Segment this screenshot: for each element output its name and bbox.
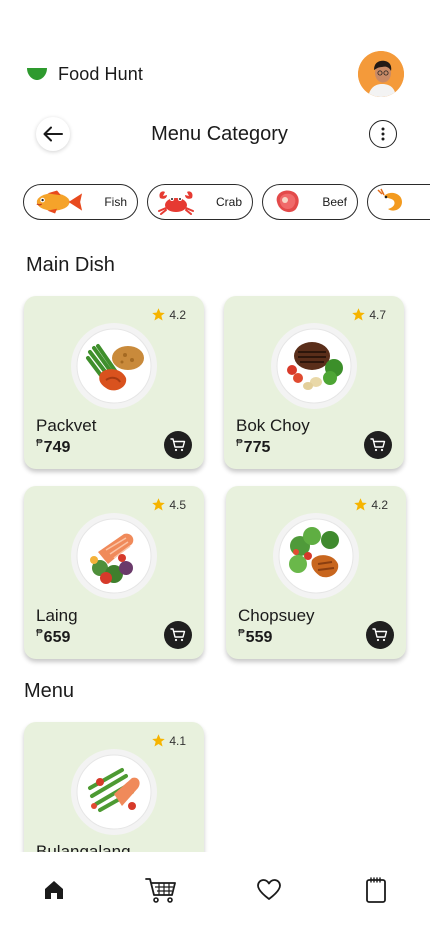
cart-icon [170, 628, 186, 642]
currency-symbol: ₱ [36, 438, 43, 449]
food-plate-image [71, 513, 157, 599]
rating: 4.1 [151, 733, 186, 748]
add-to-cart-button[interactable] [364, 431, 392, 459]
food-plate-image [71, 749, 157, 835]
price-value: 749 [43, 439, 71, 456]
rating-value: 4.5 [169, 497, 186, 512]
heart-icon [256, 879, 281, 900]
chip-label: Crab [215, 195, 242, 209]
chip-crab[interactable]: Crab [147, 184, 253, 220]
cart-icon [372, 628, 388, 642]
nav-home[interactable] [32, 870, 76, 910]
currency-symbol: ₱ [238, 628, 245, 639]
add-to-cart-button[interactable] [366, 621, 394, 649]
more-options-button[interactable] [369, 120, 397, 148]
rating: 4.5 [151, 497, 186, 512]
food-plate-image [71, 323, 157, 409]
fish-icon [32, 188, 84, 216]
price-value: 559 [245, 629, 273, 646]
food-plate-image [271, 323, 357, 409]
dish-name: Packvet [36, 416, 97, 435]
dish-card[interactable]: 4.7 Bok Choy ₱ 775 [224, 296, 404, 469]
star-icon [152, 498, 166, 511]
currency-symbol: ₱ [236, 438, 243, 449]
page-title: Menu Category [151, 122, 288, 145]
bowl-logo-icon [27, 68, 47, 80]
food-plate-image [273, 513, 359, 599]
cart-icon [370, 438, 386, 452]
dish-name: Laing [36, 606, 78, 625]
star-icon [152, 308, 166, 321]
rating-value: 4.2 [371, 497, 388, 512]
back-button[interactable] [36, 117, 70, 151]
crab-icon [156, 188, 208, 216]
brand-name: Food Hunt [58, 63, 143, 84]
rating-value: 4.2 [169, 307, 186, 322]
rating: 4.2 [353, 497, 388, 512]
rating-value: 4.1 [169, 733, 186, 748]
app-header: Food Hunt [26, 50, 404, 98]
title-row: Menu Category [36, 116, 397, 152]
cart-icon [170, 438, 186, 452]
dish-price: ₱ 659 [36, 628, 71, 647]
clipboard-icon [366, 877, 387, 903]
dish-price: ₱ 559 [238, 628, 273, 647]
user-portrait-icon [358, 51, 404, 97]
dish-price: ₱ 749 [36, 438, 71, 457]
price-value: 775 [243, 439, 271, 456]
star-icon [352, 308, 366, 321]
dish-name: Bok Choy [236, 416, 310, 435]
nav-orders[interactable] [354, 870, 398, 910]
add-to-cart-button[interactable] [164, 621, 192, 649]
star-icon [152, 734, 166, 747]
chip-shrimp[interactable]: S [367, 184, 430, 220]
bottom-navigation [0, 852, 430, 932]
dish-price: ₱ 775 [236, 438, 271, 457]
shrimp-icon [376, 188, 428, 216]
arrow-left-icon [43, 126, 63, 142]
chip-fish[interactable]: Fish [23, 184, 138, 220]
rating: 4.2 [151, 307, 186, 322]
rating-value: 4.7 [369, 307, 386, 322]
dish-card[interactable]: 4.5 Laing ₱ 659 [24, 486, 204, 659]
home-icon [44, 881, 63, 899]
brand: Food Hunt [26, 64, 143, 85]
beef-icon [271, 188, 322, 216]
category-chips: Fish Crab Beef [23, 184, 430, 226]
nav-cart[interactable] [139, 870, 183, 910]
chip-label: Fish [104, 195, 127, 209]
more-vertical-icon [381, 127, 385, 141]
nav-favorites[interactable] [247, 870, 291, 910]
dish-card[interactable]: 4.2 Packvet ₱ 749 [24, 296, 204, 469]
rating: 4.7 [351, 307, 386, 322]
dish-card[interactable]: 4.2 Chopsuey ₱ 559 [226, 486, 406, 659]
dish-name: Chopsuey [238, 606, 315, 625]
price-value: 659 [43, 629, 71, 646]
section-title-main-dish: Main Dish [26, 254, 115, 276]
star-icon [354, 498, 368, 511]
chip-label: Beef [322, 195, 347, 209]
chip-beef[interactable]: Beef [262, 184, 358, 220]
avatar[interactable] [358, 51, 404, 97]
section-title-menu: Menu [24, 680, 75, 702]
cart-icon [145, 878, 177, 903]
currency-symbol: ₱ [36, 628, 43, 639]
add-to-cart-button[interactable] [164, 431, 192, 459]
